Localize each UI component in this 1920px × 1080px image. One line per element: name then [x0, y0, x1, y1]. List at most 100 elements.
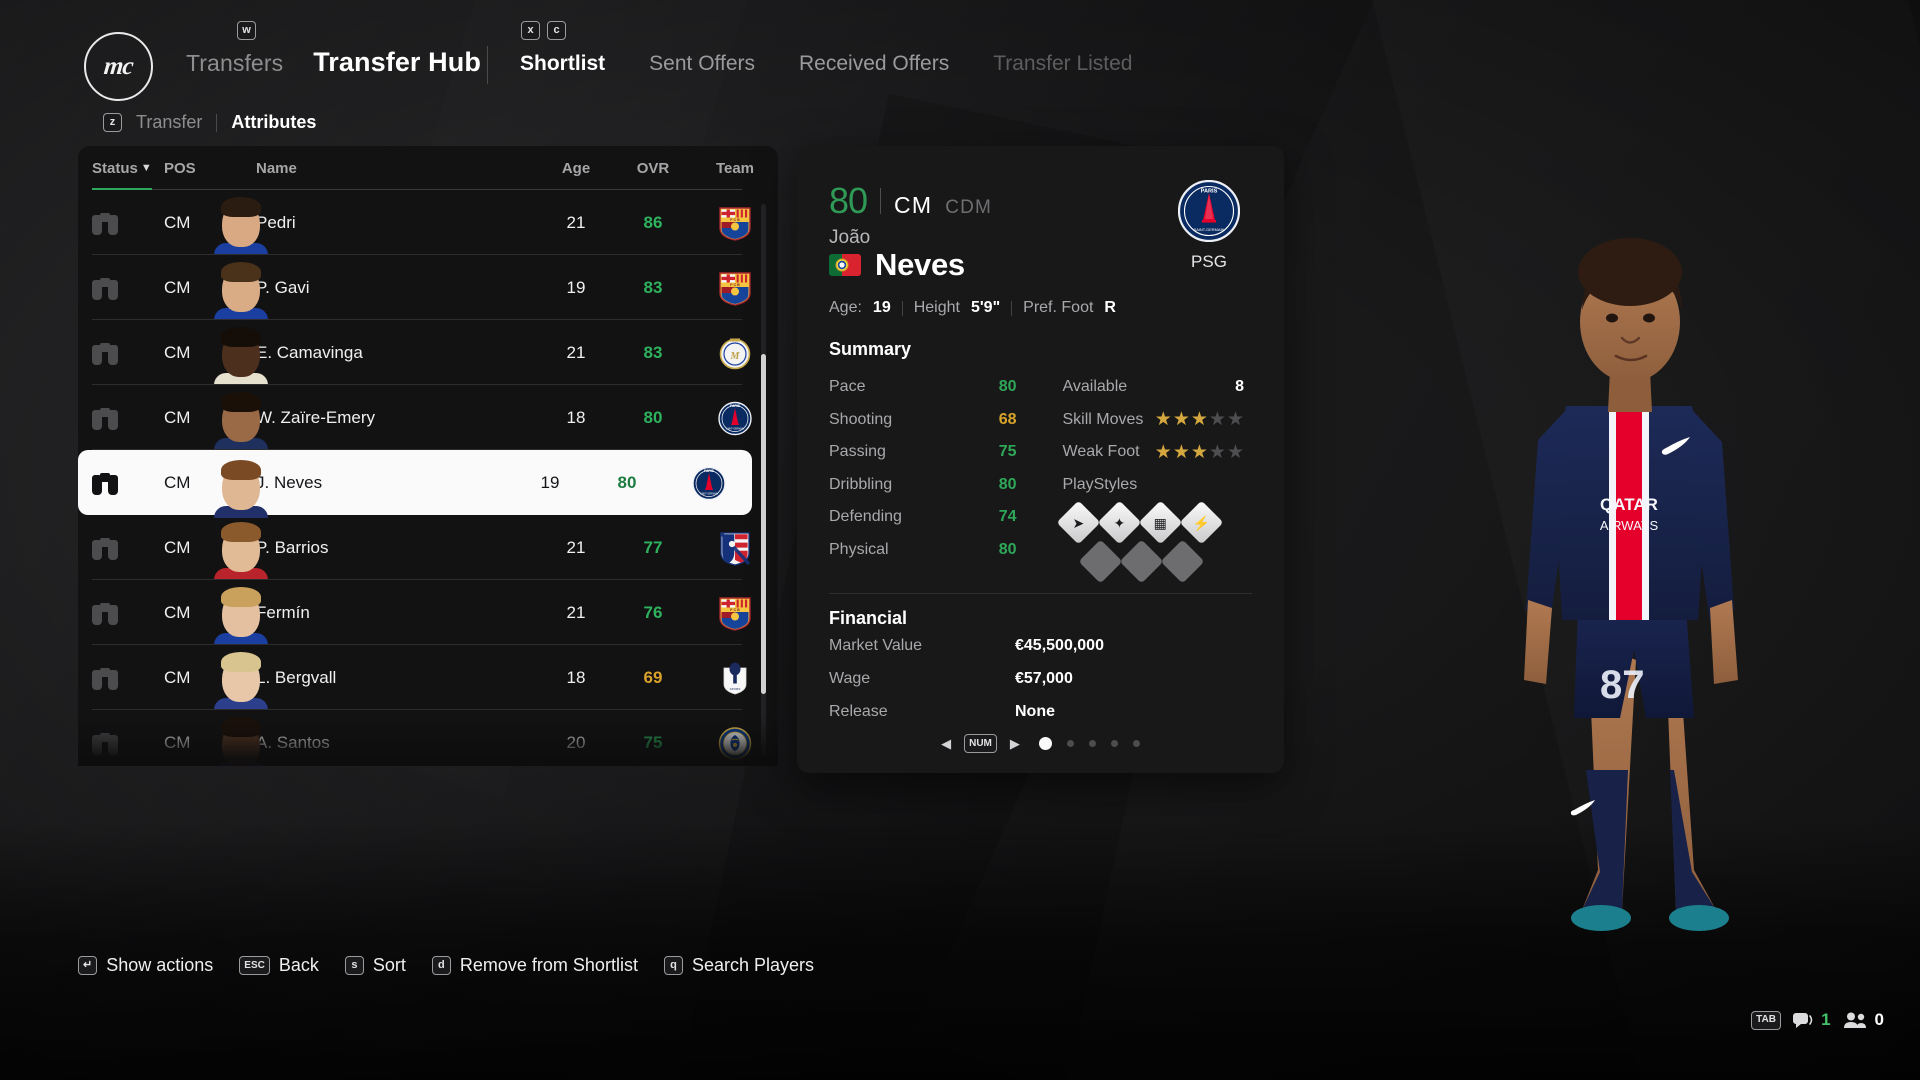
action-key-badge: d	[431, 956, 451, 975]
action-hint[interactable]: s Sort	[344, 955, 406, 976]
pager-dot[interactable]	[1038, 737, 1052, 750]
summary-stat-row: Shooting 68	[829, 404, 1041, 437]
row-position: CM	[164, 342, 191, 362]
tab-sent-offers[interactable]: Sent Offers	[649, 52, 755, 76]
tab-shortlist[interactable]: Shortlist	[520, 52, 605, 76]
column-header-status-label: Status	[92, 159, 138, 177]
column-header-name[interactable]: Name	[226, 160, 538, 177]
list-scrollbar[interactable]	[761, 204, 766, 756]
table-row[interactable]: CM Pedri 21 86 F C B	[78, 190, 778, 255]
player-rows[interactable]: CM Pedri 21 86 F C B CM P. Gavi 19 83 F …	[78, 190, 778, 766]
stat-available-label: Available	[1062, 378, 1128, 396]
summary-stat-row: Pace 80	[829, 371, 1041, 404]
tab-received-offers[interactable]: Received Offers	[799, 52, 949, 76]
pager-next-arrow[interactable]: ▶	[1010, 736, 1020, 752]
subtab-attributes[interactable]: Attributes	[231, 112, 316, 133]
messages-indicator[interactable]: 1	[1793, 1010, 1831, 1030]
row-status-cell[interactable]	[92, 406, 164, 430]
action-label: Show actions	[106, 955, 214, 975]
stat-weak-foot: Weak Foot ★ ★ ★ ★ ★	[1063, 436, 1253, 469]
row-status-cell[interactable]	[92, 731, 164, 755]
svg-text:SAINT-GERMAIN: SAINT-GERMAIN	[700, 492, 718, 495]
quick-step-icon[interactable]: ⚡	[1179, 500, 1223, 545]
breadcrumb-parent[interactable]: Transfers	[186, 50, 283, 77]
financial-row: Market Value €45,500,000	[829, 629, 1252, 662]
key-badge-w: w	[237, 21, 256, 40]
key-badge-z: z	[103, 113, 122, 132]
row-overall: 75	[643, 732, 663, 752]
column-header-pos[interactable]: POS	[164, 160, 226, 177]
row-status-cell[interactable]	[92, 276, 164, 300]
skill-moves-stars: ★ ★ ★ ★ ★	[1155, 410, 1244, 429]
binoculars-icon	[92, 536, 118, 560]
pager-dot[interactable]	[1110, 740, 1118, 747]
table-row[interactable]: CM Fermín 21 76 F C B	[78, 580, 778, 645]
detail-age-value: 19	[872, 299, 891, 316]
svg-text:SPURS: SPURS	[730, 687, 741, 691]
column-header-ovr[interactable]: OVR	[614, 160, 692, 177]
whipped-pass-icon[interactable]: ➤	[1056, 500, 1100, 545]
row-status-cell[interactable]	[92, 341, 164, 365]
pager-prev-arrow[interactable]: ◀	[941, 736, 951, 752]
star-icon: ★	[1226, 409, 1244, 431]
action-hint[interactable]: ESC Back	[239, 955, 319, 976]
pinged-pass-icon[interactable]: ✦	[1097, 500, 1141, 545]
table-row[interactable]: CM L. Bergvall 18 69 SPURS	[78, 645, 778, 710]
row-position: CM	[164, 537, 191, 557]
financial-title: Financial	[829, 608, 908, 628]
row-player-name: W. Zaïre-Emery	[256, 407, 376, 427]
subtab-transfer[interactable]: Transfer	[136, 112, 202, 133]
table-row[interactable]: CM A. Santos 20 75	[78, 710, 778, 766]
binoculars-icon	[92, 731, 118, 755]
pager-dot[interactable]	[1132, 740, 1140, 747]
summary-stat-label: Passing	[829, 443, 886, 461]
column-header-status[interactable]: Status ▼	[92, 160, 164, 177]
row-age: 21	[566, 212, 586, 232]
row-position: CM	[164, 407, 191, 427]
financial-rows: Market Value €45,500,000 Wage €57,000 Rele…	[829, 629, 1252, 728]
svg-text:F C B: F C B	[730, 283, 740, 287]
pager-dot[interactable]	[1066, 740, 1074, 747]
summary-stat-row: Physical 80	[829, 534, 1041, 567]
table-row[interactable]: CM P. Barrios 21 77	[78, 515, 778, 580]
row-status-cell[interactable]	[92, 471, 164, 495]
table-row-selected[interactable]: CM J. Neves 19 80 PARIS SAINT-GERMAIN	[78, 450, 752, 518]
row-overall: 80	[643, 407, 663, 427]
table-row[interactable]: CM P. Gavi 19 83 F C B	[78, 255, 778, 320]
column-header-team[interactable]: Team	[692, 160, 778, 177]
table-row[interactable]: CM W. Zaïre-Emery 18 80 PARIS SAINT-GERM…	[78, 385, 778, 450]
row-overall: 80	[617, 472, 637, 492]
svg-text:QATAR: QATAR	[1600, 495, 1658, 514]
summary-stat-label: Dribbling	[829, 475, 893, 493]
club-logo: mc	[84, 32, 153, 101]
squad-indicator[interactable]: 0	[1843, 1010, 1884, 1030]
detail-foot-value: R	[1104, 299, 1116, 316]
summary-stat-label: Shooting	[829, 410, 893, 428]
row-age: 21	[566, 602, 586, 622]
summary-stat-value: 80	[998, 475, 1017, 493]
binoculars-icon	[92, 211, 118, 235]
detail-club: PARIS SAINT-GERMAIN PSG	[1164, 180, 1254, 272]
column-header-age[interactable]: Age	[538, 160, 614, 177]
row-status-cell[interactable]	[92, 536, 164, 560]
block-icon[interactable]: ▦	[1138, 500, 1182, 545]
row-age: 19	[540, 472, 560, 492]
action-hint[interactable]: ↵ Show actions	[78, 955, 213, 976]
list-scrollbar-thumb[interactable]	[761, 354, 766, 694]
financial-value: €45,500,000	[1015, 636, 1104, 654]
action-hint[interactable]: d Remove from Shortlist	[431, 955, 638, 976]
star-icon: ★	[1226, 441, 1244, 463]
key-hints-tabs: x c	[521, 21, 566, 40]
row-status-cell[interactable]	[92, 666, 164, 690]
financial-value: €57,000	[1015, 669, 1073, 687]
pager-dots[interactable]	[1038, 737, 1140, 750]
row-position: CM	[164, 667, 191, 687]
financial-row: Wage €57,000	[829, 662, 1252, 695]
pager-dot[interactable]	[1088, 740, 1096, 747]
row-status-cell[interactable]	[92, 211, 164, 235]
row-player-name: Fermín	[256, 602, 310, 622]
playstyle-empty-slot-2	[1119, 539, 1163, 584]
row-status-cell[interactable]	[92, 601, 164, 625]
action-hint[interactable]: q Search Players	[663, 955, 814, 976]
table-row[interactable]: CM E. Camavinga 21 83 M	[78, 320, 778, 385]
